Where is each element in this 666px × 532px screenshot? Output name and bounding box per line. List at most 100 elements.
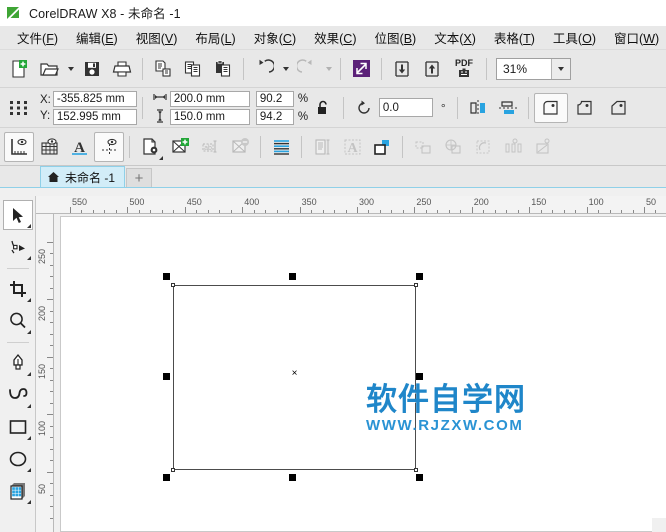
drawing-canvas[interactable]: × 软件自学网 WWW.RJZXW.COM [54, 214, 666, 532]
text-align-button[interactable] [266, 132, 296, 162]
menu-edit[interactable]: 编辑(E) [67, 25, 127, 50]
ruler-tick-major [471, 207, 473, 213]
ruler-tick-minor [138, 210, 140, 213]
selection-handle-middle-left[interactable] [163, 373, 170, 380]
menu-table[interactable]: 表格(T) [485, 25, 544, 50]
add-page-button[interactable] [165, 132, 195, 162]
graph-paper-tool[interactable] [3, 476, 33, 506]
pick-tool[interactable] [2, 200, 33, 230]
document-options-button[interactable] [135, 132, 165, 162]
horizontal-ruler[interactable]: 550 500 450 400 350 300 250 200 150 100 50 [40, 196, 666, 214]
undo-dropdown-arrow[interactable] [279, 54, 292, 84]
y-position-field[interactable]: 152.995 mm [52, 108, 137, 125]
rectangle-tool[interactable] [3, 412, 33, 442]
property-separator-4 [527, 96, 529, 119]
ruler-label: 500 [129, 197, 145, 207]
publish-pdf-button[interactable]: PDF [447, 54, 481, 84]
zoom-level-combo[interactable]: 31% [496, 57, 571, 80]
selection-handle-bottom-center[interactable] [289, 474, 296, 481]
round-corner-icon[interactable] [533, 92, 568, 123]
ruler-tick-major [644, 207, 645, 213]
menu-text[interactable]: 文本(X) [425, 25, 485, 50]
scallop-corner-icon[interactable] [568, 93, 602, 123]
zoom-level-value[interactable]: 31% [497, 62, 551, 76]
new-document-button[interactable] [4, 54, 34, 84]
menu-window[interactable]: 窗口(W) [605, 25, 666, 50]
selection-handle-middle-right[interactable] [416, 373, 423, 380]
ruler-tick-minor [50, 506, 53, 508]
ruler-tick-minor [50, 460, 53, 462]
zoom-dropdown-arrow[interactable] [551, 58, 570, 79]
object-height-field[interactable]: 150.0 mm [169, 108, 250, 125]
redo-dropdown-arrow [322, 54, 335, 84]
crop-tool[interactable] [3, 274, 33, 304]
ruler-tick-minor [207, 210, 209, 213]
selection-handle-top-right[interactable] [416, 273, 423, 280]
page-area[interactable]: × 软件自学网 WWW.RJZXW.COM [60, 216, 666, 532]
menu-file[interactable]: 文件(F) [8, 25, 67, 50]
selection-handle-bottom-left[interactable] [163, 474, 170, 481]
rotation-angle-field[interactable]: 0.0 [378, 98, 433, 117]
artistic-media-tool[interactable] [3, 380, 33, 410]
scale-x-field[interactable]: 90.2 [255, 90, 294, 107]
menu-effects[interactable]: 效果(C) [305, 25, 365, 50]
print-button[interactable] [107, 54, 137, 84]
shape-node-top-left[interactable] [171, 283, 175, 287]
ruler-tick-minor [621, 210, 623, 213]
shape-node-bottom-left[interactable] [171, 468, 175, 472]
menu-bitmap[interactable]: 位图(B) [366, 25, 426, 50]
copy-button[interactable] [178, 54, 208, 84]
show-text-button[interactable]: A [64, 132, 94, 162]
ruler-label: 400 [244, 197, 260, 207]
show-guidelines-button[interactable] [94, 131, 124, 162]
mirror-horizontal-icon[interactable] [463, 93, 493, 123]
x-position-field[interactable]: -355.825 mm [52, 90, 137, 107]
shape-node-bottom-right[interactable] [414, 468, 418, 472]
show-grid-button[interactable] [34, 132, 64, 162]
import-button[interactable] [387, 54, 417, 84]
toolbar-separator-5 [486, 57, 487, 80]
add-document-tab-button[interactable]: + [126, 168, 153, 187]
ruler-tick-minor [483, 210, 485, 213]
chamfer-corner-icon[interactable] [602, 93, 636, 123]
shape-node-top-right[interactable] [414, 283, 418, 287]
undo-button[interactable] [249, 54, 279, 84]
freehand-tool[interactable] [3, 348, 33, 378]
shape-square-button[interactable] [367, 132, 397, 162]
ruler-tick-minor [288, 210, 290, 213]
ruler-tick-minor [379, 210, 381, 213]
menu-tools[interactable]: 工具(O) [544, 25, 605, 50]
open-document-button[interactable] [34, 54, 64, 84]
ruler-tick-minor [391, 210, 393, 213]
cut-button[interactable] [148, 54, 178, 84]
scale-y-field[interactable]: 94.2 [255, 108, 294, 125]
selection-handle-top-center[interactable] [289, 273, 296, 280]
menu-layout[interactable]: 布局(L) [186, 25, 244, 50]
document-tab[interactable]: 未命名 -1 [40, 166, 126, 187]
paste-button[interactable] [208, 54, 238, 84]
object-width-field[interactable]: 200.0 mm [169, 90, 250, 107]
shape-edit-tool[interactable] [3, 232, 33, 262]
scale-group: 90.2 % 94.2 % [255, 90, 308, 125]
convert-text-button: A [337, 132, 367, 162]
mirror-vertical-icon[interactable] [493, 93, 523, 123]
selection-handle-top-left[interactable] [163, 273, 170, 280]
lock-open-icon[interactable] [308, 93, 338, 123]
size-group: 200.0 mm 150.0 mm [148, 88, 250, 128]
menu-object[interactable]: 对象(C) [245, 25, 305, 50]
zoom-tool[interactable] [3, 306, 33, 336]
ruler-tick-minor [50, 368, 53, 370]
object-handles-icon [4, 93, 34, 123]
vertical-ruler[interactable]: 250 200 150 100 50 [36, 214, 54, 532]
ruler-label: 150 [37, 363, 47, 379]
save-document-button[interactable] [77, 54, 107, 84]
ellipse-tool[interactable] [3, 444, 33, 474]
ruler-tick-minor [460, 210, 462, 213]
search-content-button[interactable] [346, 54, 376, 84]
export-button[interactable] [417, 54, 447, 84]
menu-view[interactable]: 视图(V) [127, 25, 187, 50]
selection-handle-bottom-right[interactable] [416, 474, 423, 481]
show-rulers-button[interactable] [4, 131, 34, 162]
open-dropdown-arrow[interactable] [64, 54, 77, 84]
ruler-tick-minor [50, 345, 53, 347]
